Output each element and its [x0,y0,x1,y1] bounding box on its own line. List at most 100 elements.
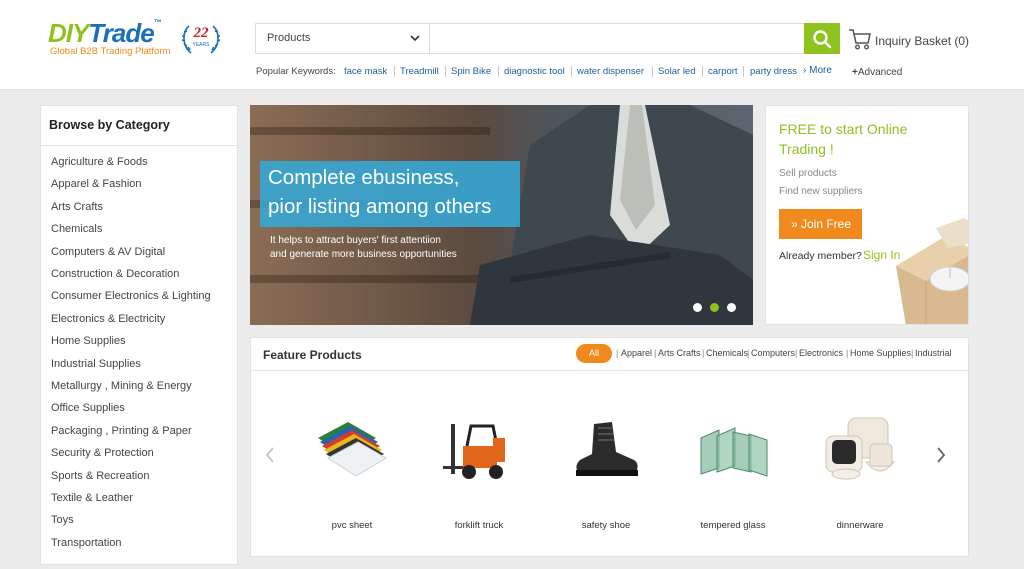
logo-tagline: Global B2B Trading Platform [50,46,171,57]
search-bar: Products [255,23,840,54]
badge-number: 22 [193,25,209,41]
join-title: Trading ! [779,141,834,157]
category-item[interactable]: Transportation [51,537,122,553]
product-name: forklift truck [454,520,504,531]
inquiry-basket[interactable]: Inquiry Basket (0) [848,29,978,53]
filter-all-button[interactable]: All [576,344,612,363]
product-name: safety shoe [581,520,631,531]
more-label: More [809,65,832,76]
carousel-dot[interactable] [693,303,702,312]
banner-headline: Complete ebusiness, [268,166,460,189]
category-item[interactable]: Metallurgy , Mining & Energy [51,380,192,396]
filter-link[interactable]: Computers [751,348,795,358]
filter-link[interactable]: Home Supplies [850,348,911,358]
keyword-link[interactable]: water dispenser [577,66,644,77]
advanced-search-link[interactable]: +Advanced [852,67,902,78]
category-item[interactable]: Construction & Decoration [51,268,179,284]
filter-link[interactable]: Electronics [799,348,843,358]
keywords-label: Popular Keywords: [256,66,336,77]
divider [652,66,653,77]
category-item[interactable]: Industrial Supplies [51,358,141,374]
category-item[interactable]: Home Supplies [51,335,126,351]
search-icon [813,30,832,49]
divider [498,66,499,77]
filter-link[interactable]: Apparel [621,348,652,358]
sign-in-link[interactable]: Sign In [863,248,900,262]
keyword-link[interactable]: Spin Bike [451,66,491,77]
divider [251,370,968,371]
filter-link[interactable]: Industrial [915,348,952,358]
divider: | [795,348,798,358]
product-card[interactable]: forklift truck [424,408,534,538]
divider: | [747,348,750,358]
category-item[interactable]: Computers & AV Digital [51,246,165,262]
banner-subtitle: It helps to attract buyers' first attent… [270,235,441,246]
chevron-down-icon [410,35,420,42]
dinnerware-image [825,417,896,480]
chevron-right-icon: › [803,65,807,76]
carousel-dot[interactable] [727,303,736,312]
search-category-label: Products [267,32,311,44]
category-item[interactable]: Sports & Recreation [51,470,149,486]
keyword-link[interactable]: face mask [344,66,387,77]
anniversary-badge: 22 YEARS [179,22,223,56]
tempered-glass-image [700,427,768,477]
filter-link[interactable]: Chemicals [706,348,748,358]
category-item[interactable]: Packaging , Printing & Paper [51,425,192,441]
keyword-link[interactable]: Solar led [658,66,696,77]
logo-wordmark: DIYTrade™ [48,18,162,48]
banner-shelf [250,127,490,135]
banner-headline: pior listing among others [268,195,492,218]
site-header: DIYTrade™ Global B2B Trading Platform 22… [0,0,1024,90]
divider: | [911,348,914,358]
sidebar-title: Browse by Category [49,118,170,132]
product-card[interactable]: tempered glass [678,408,788,538]
product-name: pvc sheet [331,520,373,531]
carousel-dot-active[interactable] [710,303,719,312]
divider [445,66,446,77]
already-member-text: Already member? [779,250,862,262]
filter-link[interactable]: Arts Crafts [658,348,701,358]
hero-banner[interactable]: Complete ebusiness, pior listing among o… [250,105,753,325]
category-item[interactable]: Arts Crafts [51,201,103,217]
product-name: dinnerware [836,520,884,531]
category-item[interactable]: Security & Protection [51,447,154,463]
join-free-label: » Join Free [791,217,852,231]
search-button[interactable] [804,23,840,54]
banner-subtitle: and generate more business opportunities [270,249,457,260]
keyword-link[interactable]: party dress [750,66,797,77]
banner-shelf [250,275,490,283]
cart-icon [849,29,871,50]
feature-title: Feature Products [263,348,362,362]
forklift-image [443,424,505,479]
product-card[interactable]: dinnerware [805,408,915,538]
product-card[interactable]: safety shoe [551,408,661,538]
category-item[interactable]: Apparel & Fashion [51,178,142,194]
divider [743,66,744,77]
banner-headline-box: Complete ebusiness, pior listing among o… [260,161,520,227]
pvc-sheet-image [318,422,387,477]
keyword-link[interactable]: diagnostic tool [504,66,565,77]
advanced-label: Advanced [857,67,903,78]
category-item[interactable]: Textile & Leather [51,492,133,508]
search-input[interactable] [431,24,803,53]
keyword-link[interactable]: Treadmill [400,66,439,77]
product-card[interactable]: pvc sheet [297,408,407,538]
parcel-mouse-image [896,218,968,324]
category-item[interactable]: Chemicals [51,223,102,239]
divider: | [702,348,705,358]
search-category-select[interactable]: Products [256,24,430,53]
category-item[interactable]: Toys [51,514,74,530]
feature-products: Feature Products All | Apparel | Arts Cr… [250,337,969,557]
category-item[interactable]: Electronics & Electricity [51,313,165,329]
chevron-right-icon[interactable] [935,446,947,464]
category-item[interactable]: Office Supplies [51,402,125,418]
chevron-left-icon[interactable] [264,446,276,464]
join-free-button[interactable]: » Join Free [779,209,862,239]
divider [394,66,395,77]
join-benefit: Find new suppliers [779,186,863,197]
category-item[interactable]: Agriculture & Foods [51,156,148,172]
keyword-link[interactable]: carport [708,66,738,77]
category-item[interactable]: Consumer Electronics & Lighting [51,290,211,306]
keywords-more-link[interactable]: › More [803,65,832,76]
